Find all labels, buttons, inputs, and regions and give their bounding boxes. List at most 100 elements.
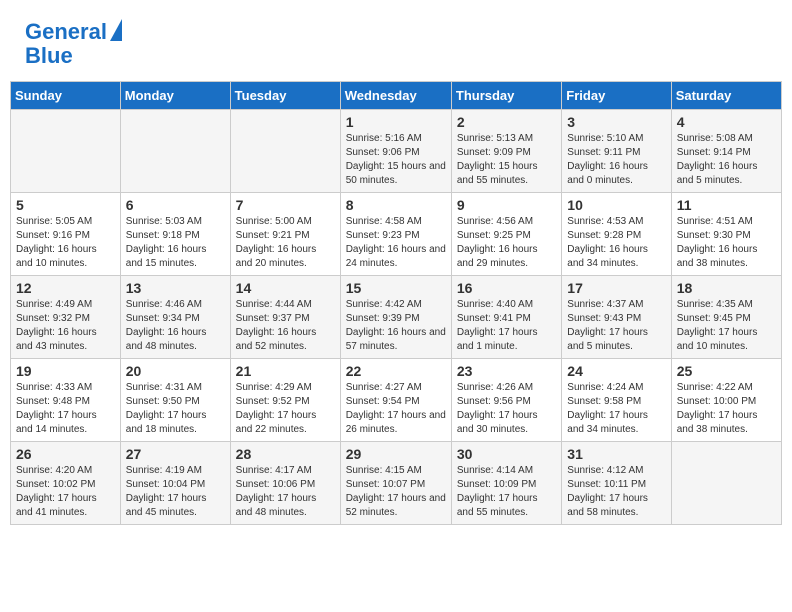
day-number: 13: [126, 280, 225, 296]
day-number: 11: [677, 197, 776, 213]
day-info: Sunrise: 4:40 AM Sunset: 9:41 PM Dayligh…: [457, 298, 556, 354]
day-info: Sunrise: 4:49 AM Sunset: 9:32 PM Dayligh…: [16, 298, 115, 354]
day-number: 16: [457, 280, 556, 296]
day-info: Sunrise: 4:22 AM Sunset: 10:00 PM Daylig…: [677, 381, 776, 437]
logo: General Blue: [25, 20, 122, 68]
day-number: 4: [677, 114, 776, 130]
day-number: 23: [457, 363, 556, 379]
calendar-week-row: 19Sunrise: 4:33 AM Sunset: 9:48 PM Dayli…: [11, 359, 782, 442]
logo-text2: Blue: [25, 44, 122, 68]
day-info: Sunrise: 4:29 AM Sunset: 9:52 PM Dayligh…: [236, 381, 335, 437]
calendar-cell: 7 Sunrise: 5:00 AM Sunset: 9:21 PM Daylig…: [230, 193, 340, 276]
day-number: 7: [236, 197, 335, 213]
logo-text: General: [25, 20, 107, 44]
day-info: Sunrise: 4:17 AM Sunset: 10:06 PM Daylig…: [236, 464, 335, 520]
calendar-cell: 27Sunrise: 4:19 AM Sunset: 10:04 PM Dayl…: [120, 442, 230, 525]
day-info: Sunrise: 4:15 AM Sunset: 10:07 PM Daylig…: [346, 464, 446, 520]
calendar-week-row: 1Sunrise: 5:16 AM Sunset: 9:06 PM Daylig…: [11, 110, 782, 193]
day-info: Sunrise: 5:00 AM Sunset: 9:21 PM Dayligh…: [236, 215, 335, 271]
day-info: Sunrise: 4:51 AM Sunset: 9:30 PM Dayligh…: [677, 215, 776, 271]
day-number: 9: [457, 197, 556, 213]
calendar-cell: 20 Sunrise: 4:31 AM Sunset: 9:50 PM Dayli…: [120, 359, 230, 442]
calendar-cell: 16 Sunrise: 4:40 AM Sunset: 9:41 PM Dayli…: [451, 276, 561, 359]
day-info: Sunrise: 4:31 AM Sunset: 9:50 PM Dayligh…: [126, 381, 225, 437]
calendar-table: SundayMondayTuesdayWednesdayThursdayFrid…: [10, 81, 782, 525]
day-info: Sunrise: 5:13 AM Sunset: 9:09 PM Dayligh…: [457, 132, 556, 188]
dow-header: Wednesday: [340, 82, 451, 110]
day-number: 26: [16, 446, 115, 462]
dow-header: Monday: [120, 82, 230, 110]
day-number: 17: [567, 280, 665, 296]
dow-header: Thursday: [451, 82, 561, 110]
day-number: 3: [567, 114, 665, 130]
day-info: Sunrise: 4:19 AM Sunset: 10:04 PM Daylig…: [126, 464, 225, 520]
calendar-cell: 3 Sunrise: 5:10 AM Sunset: 9:11 PM Daylig…: [562, 110, 671, 193]
day-info: Sunrise: 5:08 AM Sunset: 9:14 PM Dayligh…: [677, 132, 776, 188]
day-number: 2: [457, 114, 556, 130]
day-number: 12: [16, 280, 115, 296]
calendar-cell: [11, 110, 121, 193]
calendar-cell: 1Sunrise: 5:16 AM Sunset: 9:06 PM Daylig…: [340, 110, 451, 193]
day-number: 29: [346, 446, 446, 462]
calendar-cell: [671, 442, 781, 525]
day-number: 6: [126, 197, 225, 213]
day-info: Sunrise: 4:44 AM Sunset: 9:37 PM Dayligh…: [236, 298, 335, 354]
day-info: Sunrise: 4:53 AM Sunset: 9:28 PM Dayligh…: [567, 215, 665, 271]
day-number: 25: [677, 363, 776, 379]
calendar-week-row: 5 Sunrise: 5:05 AM Sunset: 9:16 PM Daylig…: [11, 193, 782, 276]
calendar-cell: 22Sunrise: 4:27 AM Sunset: 9:54 PM Dayli…: [340, 359, 451, 442]
day-number: 30: [457, 446, 556, 462]
logo-triangle-icon: [110, 19, 122, 41]
day-info: Sunrise: 4:20 AM Sunset: 10:02 PM Daylig…: [16, 464, 115, 520]
calendar-cell: 11 Sunrise: 4:51 AM Sunset: 9:30 PM Dayli…: [671, 193, 781, 276]
calendar-cell: 28Sunrise: 4:17 AM Sunset: 10:06 PM Dayl…: [230, 442, 340, 525]
calendar-cell: 14 Sunrise: 4:44 AM Sunset: 9:37 PM Dayli…: [230, 276, 340, 359]
day-info: Sunrise: 4:26 AM Sunset: 9:56 PM Dayligh…: [457, 381, 556, 437]
calendar-cell: 2 Sunrise: 5:13 AM Sunset: 9:09 PM Daylig…: [451, 110, 561, 193]
calendar-cell: 26 Sunrise: 4:20 AM Sunset: 10:02 PM Dayl…: [11, 442, 121, 525]
calendar-cell: 17 Sunrise: 4:37 AM Sunset: 9:43 PM Dayli…: [562, 276, 671, 359]
day-number: 8: [346, 197, 446, 213]
day-info: Sunrise: 4:37 AM Sunset: 9:43 PM Dayligh…: [567, 298, 665, 354]
calendar-cell: 6 Sunrise: 5:03 AM Sunset: 9:18 PM Daylig…: [120, 193, 230, 276]
calendar-cell: 19Sunrise: 4:33 AM Sunset: 9:48 PM Dayli…: [11, 359, 121, 442]
header: General Blue: [10, 10, 782, 73]
dow-header: Tuesday: [230, 82, 340, 110]
day-info: Sunrise: 4:58 AM Sunset: 9:23 PM Dayligh…: [346, 215, 446, 271]
day-number: 10: [567, 197, 665, 213]
day-info: Sunrise: 5:16 AM Sunset: 9:06 PM Dayligh…: [346, 132, 446, 188]
dow-header: Saturday: [671, 82, 781, 110]
day-info: Sunrise: 4:12 AM Sunset: 10:11 PM Daylig…: [567, 464, 665, 520]
day-info: Sunrise: 4:46 AM Sunset: 9:34 PM Dayligh…: [126, 298, 225, 354]
calendar-cell: 25 Sunrise: 4:22 AM Sunset: 10:00 PM Dayl…: [671, 359, 781, 442]
dow-header: Friday: [562, 82, 671, 110]
calendar-cell: 18 Sunrise: 4:35 AM Sunset: 9:45 PM Dayli…: [671, 276, 781, 359]
calendar-cell: 31Sunrise: 4:12 AM Sunset: 10:11 PM Dayl…: [562, 442, 671, 525]
calendar-week-row: 26 Sunrise: 4:20 AM Sunset: 10:02 PM Dayl…: [11, 442, 782, 525]
day-info: Sunrise: 4:35 AM Sunset: 9:45 PM Dayligh…: [677, 298, 776, 354]
day-number: 5: [16, 197, 115, 213]
day-info: Sunrise: 4:24 AM Sunset: 9:58 PM Dayligh…: [567, 381, 665, 437]
calendar-cell: 13 Sunrise: 4:46 AM Sunset: 9:34 PM Dayli…: [120, 276, 230, 359]
day-number: 15: [346, 280, 446, 296]
calendar-cell: 4 Sunrise: 5:08 AM Sunset: 9:14 PM Daylig…: [671, 110, 781, 193]
calendar-cell: 24Sunrise: 4:24 AM Sunset: 9:58 PM Dayli…: [562, 359, 671, 442]
day-number: 14: [236, 280, 335, 296]
day-number: 22: [346, 363, 446, 379]
day-number: 21: [236, 363, 335, 379]
day-info: Sunrise: 5:05 AM Sunset: 9:16 PM Dayligh…: [16, 215, 115, 271]
calendar-body: 1Sunrise: 5:16 AM Sunset: 9:06 PM Daylig…: [11, 110, 782, 525]
day-info: Sunrise: 5:10 AM Sunset: 9:11 PM Dayligh…: [567, 132, 665, 188]
calendar-cell: 8 Sunrise: 4:58 AM Sunset: 9:23 PM Daylig…: [340, 193, 451, 276]
calendar-week-row: 12 Sunrise: 4:49 AM Sunset: 9:32 PM Dayli…: [11, 276, 782, 359]
calendar-cell: [120, 110, 230, 193]
day-number: 18: [677, 280, 776, 296]
day-info: Sunrise: 4:56 AM Sunset: 9:25 PM Dayligh…: [457, 215, 556, 271]
day-info: Sunrise: 4:14 AM Sunset: 10:09 PM Daylig…: [457, 464, 556, 520]
calendar-cell: 21 Sunrise: 4:29 AM Sunset: 9:52 PM Dayli…: [230, 359, 340, 442]
calendar-cell: 30 Sunrise: 4:14 AM Sunset: 10:09 PM Dayl…: [451, 442, 561, 525]
day-number: 20: [126, 363, 225, 379]
day-info: Sunrise: 5:03 AM Sunset: 9:18 PM Dayligh…: [126, 215, 225, 271]
calendar-cell: [230, 110, 340, 193]
day-info: Sunrise: 4:33 AM Sunset: 9:48 PM Dayligh…: [16, 381, 115, 437]
